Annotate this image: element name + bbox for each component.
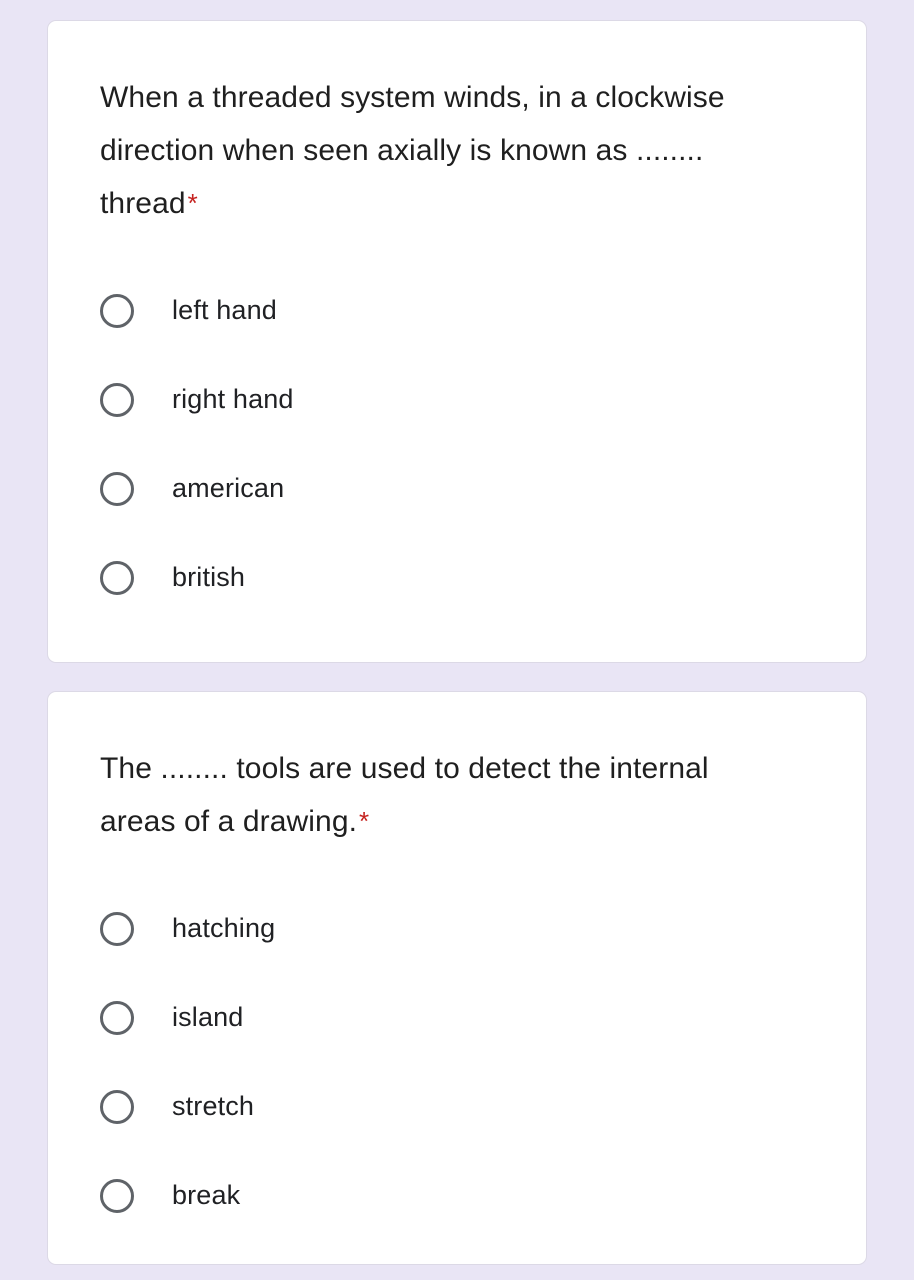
required-asterisk-1: * (187, 188, 198, 218)
quiz-form-page: When a threaded system winds, in a clock… (0, 0, 914, 1280)
question-title-1: When a threaded system winds, in a clock… (100, 71, 760, 230)
question-card-1: When a threaded system winds, in a clock… (47, 20, 867, 663)
option-label-american: american (172, 473, 285, 503)
question-card-2: The ........ tools are used to detect th… (47, 691, 867, 1265)
option-label-break: break (172, 1180, 241, 1210)
radio-icon-island[interactable] (100, 1000, 134, 1035)
option-row-island[interactable]: island (100, 973, 814, 1062)
option-row-right-hand[interactable]: right hand (100, 355, 814, 444)
radio-icon-british[interactable] (100, 560, 134, 595)
question-title-2: The ........ tools are used to detect th… (100, 742, 760, 848)
radio-icon-hatching[interactable] (100, 911, 134, 946)
option-row-british[interactable]: british (100, 533, 814, 622)
question-text-2: The ........ tools are used to detect th… (100, 752, 709, 838)
radio-icon-left-hand[interactable] (100, 293, 134, 328)
option-label-left-hand: left hand (172, 295, 277, 325)
required-asterisk-2: * (359, 806, 370, 836)
radio-icon-break[interactable] (100, 1178, 134, 1213)
options-list-1: left hand right hand american british (100, 266, 814, 622)
option-label-british: british (172, 562, 246, 592)
option-row-stretch[interactable]: stretch (100, 1062, 814, 1151)
option-row-american[interactable]: american (100, 444, 814, 533)
option-row-left-hand[interactable]: left hand (100, 266, 814, 355)
radio-icon-american[interactable] (100, 471, 134, 506)
options-list-2: hatching island stretch break (100, 884, 814, 1240)
option-label-island: island (172, 1002, 244, 1032)
option-label-hatching: hatching (172, 913, 276, 943)
option-label-right-hand: right hand (172, 384, 294, 414)
radio-icon-stretch[interactable] (100, 1089, 134, 1124)
option-row-break[interactable]: break (100, 1151, 814, 1240)
radio-icon-right-hand[interactable] (100, 382, 134, 417)
option-label-stretch: stretch (172, 1091, 255, 1121)
option-row-hatching[interactable]: hatching (100, 884, 814, 973)
